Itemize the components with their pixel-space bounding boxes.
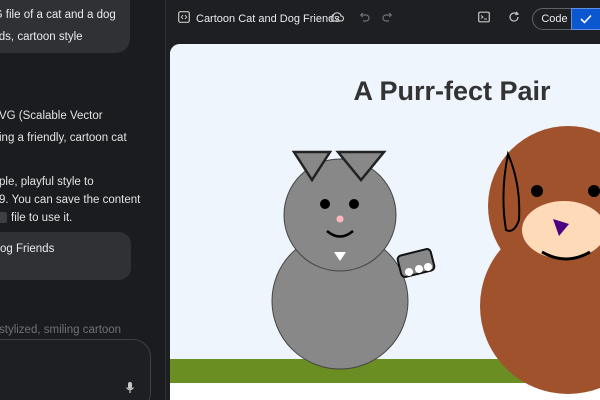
illustration-heading: A Purr-fect Pair [353,76,551,106]
input-hint-text: stylized, smiling cartoon [0,324,122,336]
response-line: VG (Scalable Vector [0,110,103,122]
check-icon [580,14,592,24]
cat-dog-illustration: A Purr-fect Pair [170,44,600,400]
file-chip-card[interactable]: og Friends [0,232,131,280]
cat-nose [336,215,344,223]
response-line: file to use it. [11,212,73,224]
cat-toe [424,263,432,271]
chat-panel: VG file of a cat and a dog ends, cartoon… [0,0,165,400]
preview-toggle-button[interactable] [571,8,600,30]
dog-right-eye [588,185,600,197]
redo-icon[interactable] [382,11,394,23]
cat-toe [415,265,423,273]
file-chip-label: og Friends [0,243,55,255]
code-toggle-label: Code [541,13,568,25]
preview-canvas: A Purr-fect Pair [170,44,600,400]
document-title: Cartoon Cat and Dog Friends [196,13,340,25]
cat-toe [405,268,413,276]
code-doc-icon [178,11,190,23]
response-line-with-chip: file to use it. [0,207,72,229]
response-line: ing a friendly, cartoon cat [0,132,127,144]
undo-icon[interactable] [358,11,370,23]
refresh-icon[interactable] [508,11,520,23]
user-message-text: VG file of a cat and a dog ends, cartoon… [0,9,116,43]
cloud-sync-icon[interactable] [330,11,344,23]
canvas-toolbar: Cartoon Cat and Dog Friends Code [166,0,600,38]
canvas-panel: Cartoon Cat and Dog Friends Code A Purr-… [166,0,600,400]
cat-left-eye [320,199,330,209]
inline-code-chip [0,212,7,224]
user-message-bubble: VG file of a cat and a dog ends, cartoon… [0,0,130,53]
mic-icon[interactable] [125,382,135,394]
cat-right-eye [349,199,359,209]
terminal-icon[interactable] [478,11,490,23]
dog-left-eye [531,185,543,197]
